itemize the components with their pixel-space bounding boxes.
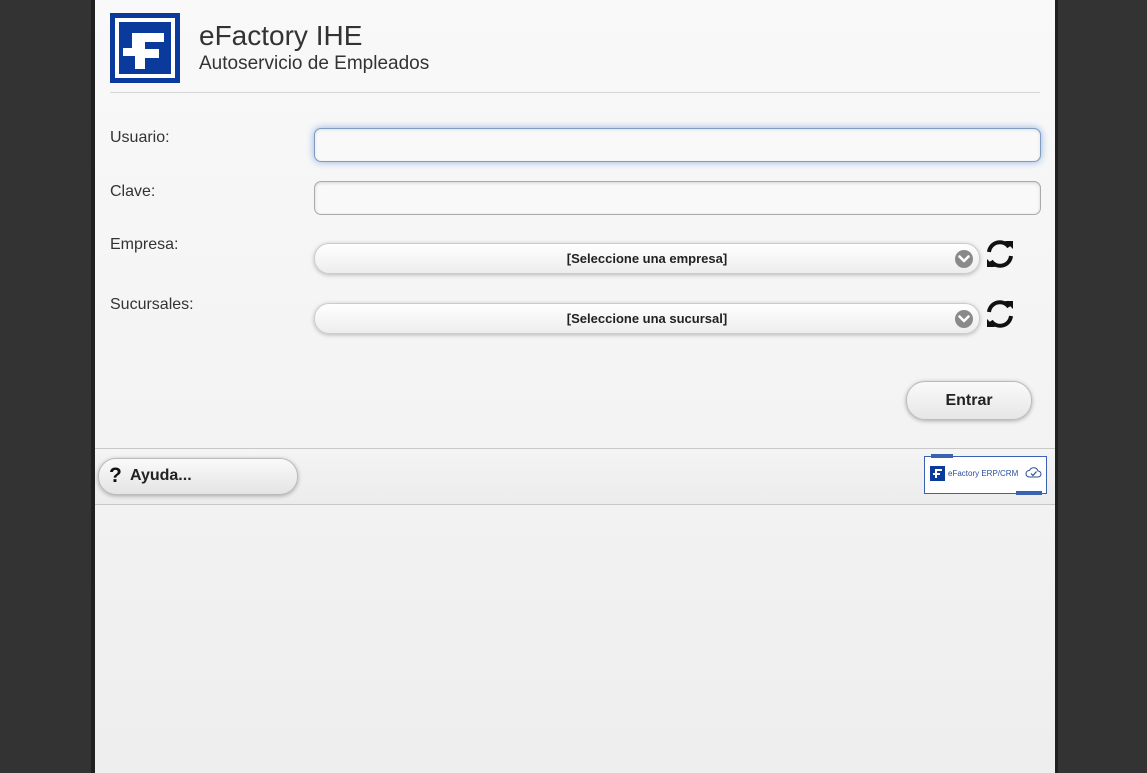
efactory-logo-icon [110,13,180,83]
entrar-button[interactable]: Entrar [906,381,1032,420]
chevron-down-icon [955,310,973,328]
usuario-input[interactable] [314,128,1041,162]
empresa-select[interactable]: [Seleccione una empresa] [314,243,980,274]
refresh-sucursal-icon[interactable] [984,298,1016,330]
sucursal-selected-value: [Seleccione una sucursal] [566,311,728,326]
badge-text: eFactory ERP/CRM [948,469,1019,478]
badge-top-tab [931,454,953,458]
usuario-label: Usuario: [110,129,170,146]
clave-input[interactable] [314,181,1041,215]
empresa-label: Empresa: [110,236,179,253]
sucursal-select[interactable]: [Seleccione una sucursal] [314,303,980,334]
refresh-empresa-icon[interactable] [984,238,1016,270]
efactory-badge[interactable]: eFactory ERP/CRM [924,454,1047,495]
cloud-check-icon [1025,467,1042,478]
question-icon: ? [109,464,122,487]
footer-bar: ? Ayuda... eFactory ERP/CRM [95,448,1055,505]
help-label: Ayuda... [130,467,192,484]
efactory-mini-logo-icon [930,466,945,481]
empresa-selected-value: [Seleccione una empresa] [566,251,728,266]
sucursales-label: Sucursales: [110,296,194,313]
clave-label: Clave: [110,183,156,200]
app-header: eFactory IHE Autoservicio de Empleados [110,0,1040,93]
chevron-down-icon [955,250,973,268]
app-subtitle: Autoservicio de Empleados [199,53,430,74]
help-button[interactable]: ? Ayuda... [98,458,298,495]
badge-bottom-tab [1016,491,1042,495]
app-title: eFactory IHE [199,20,363,51]
